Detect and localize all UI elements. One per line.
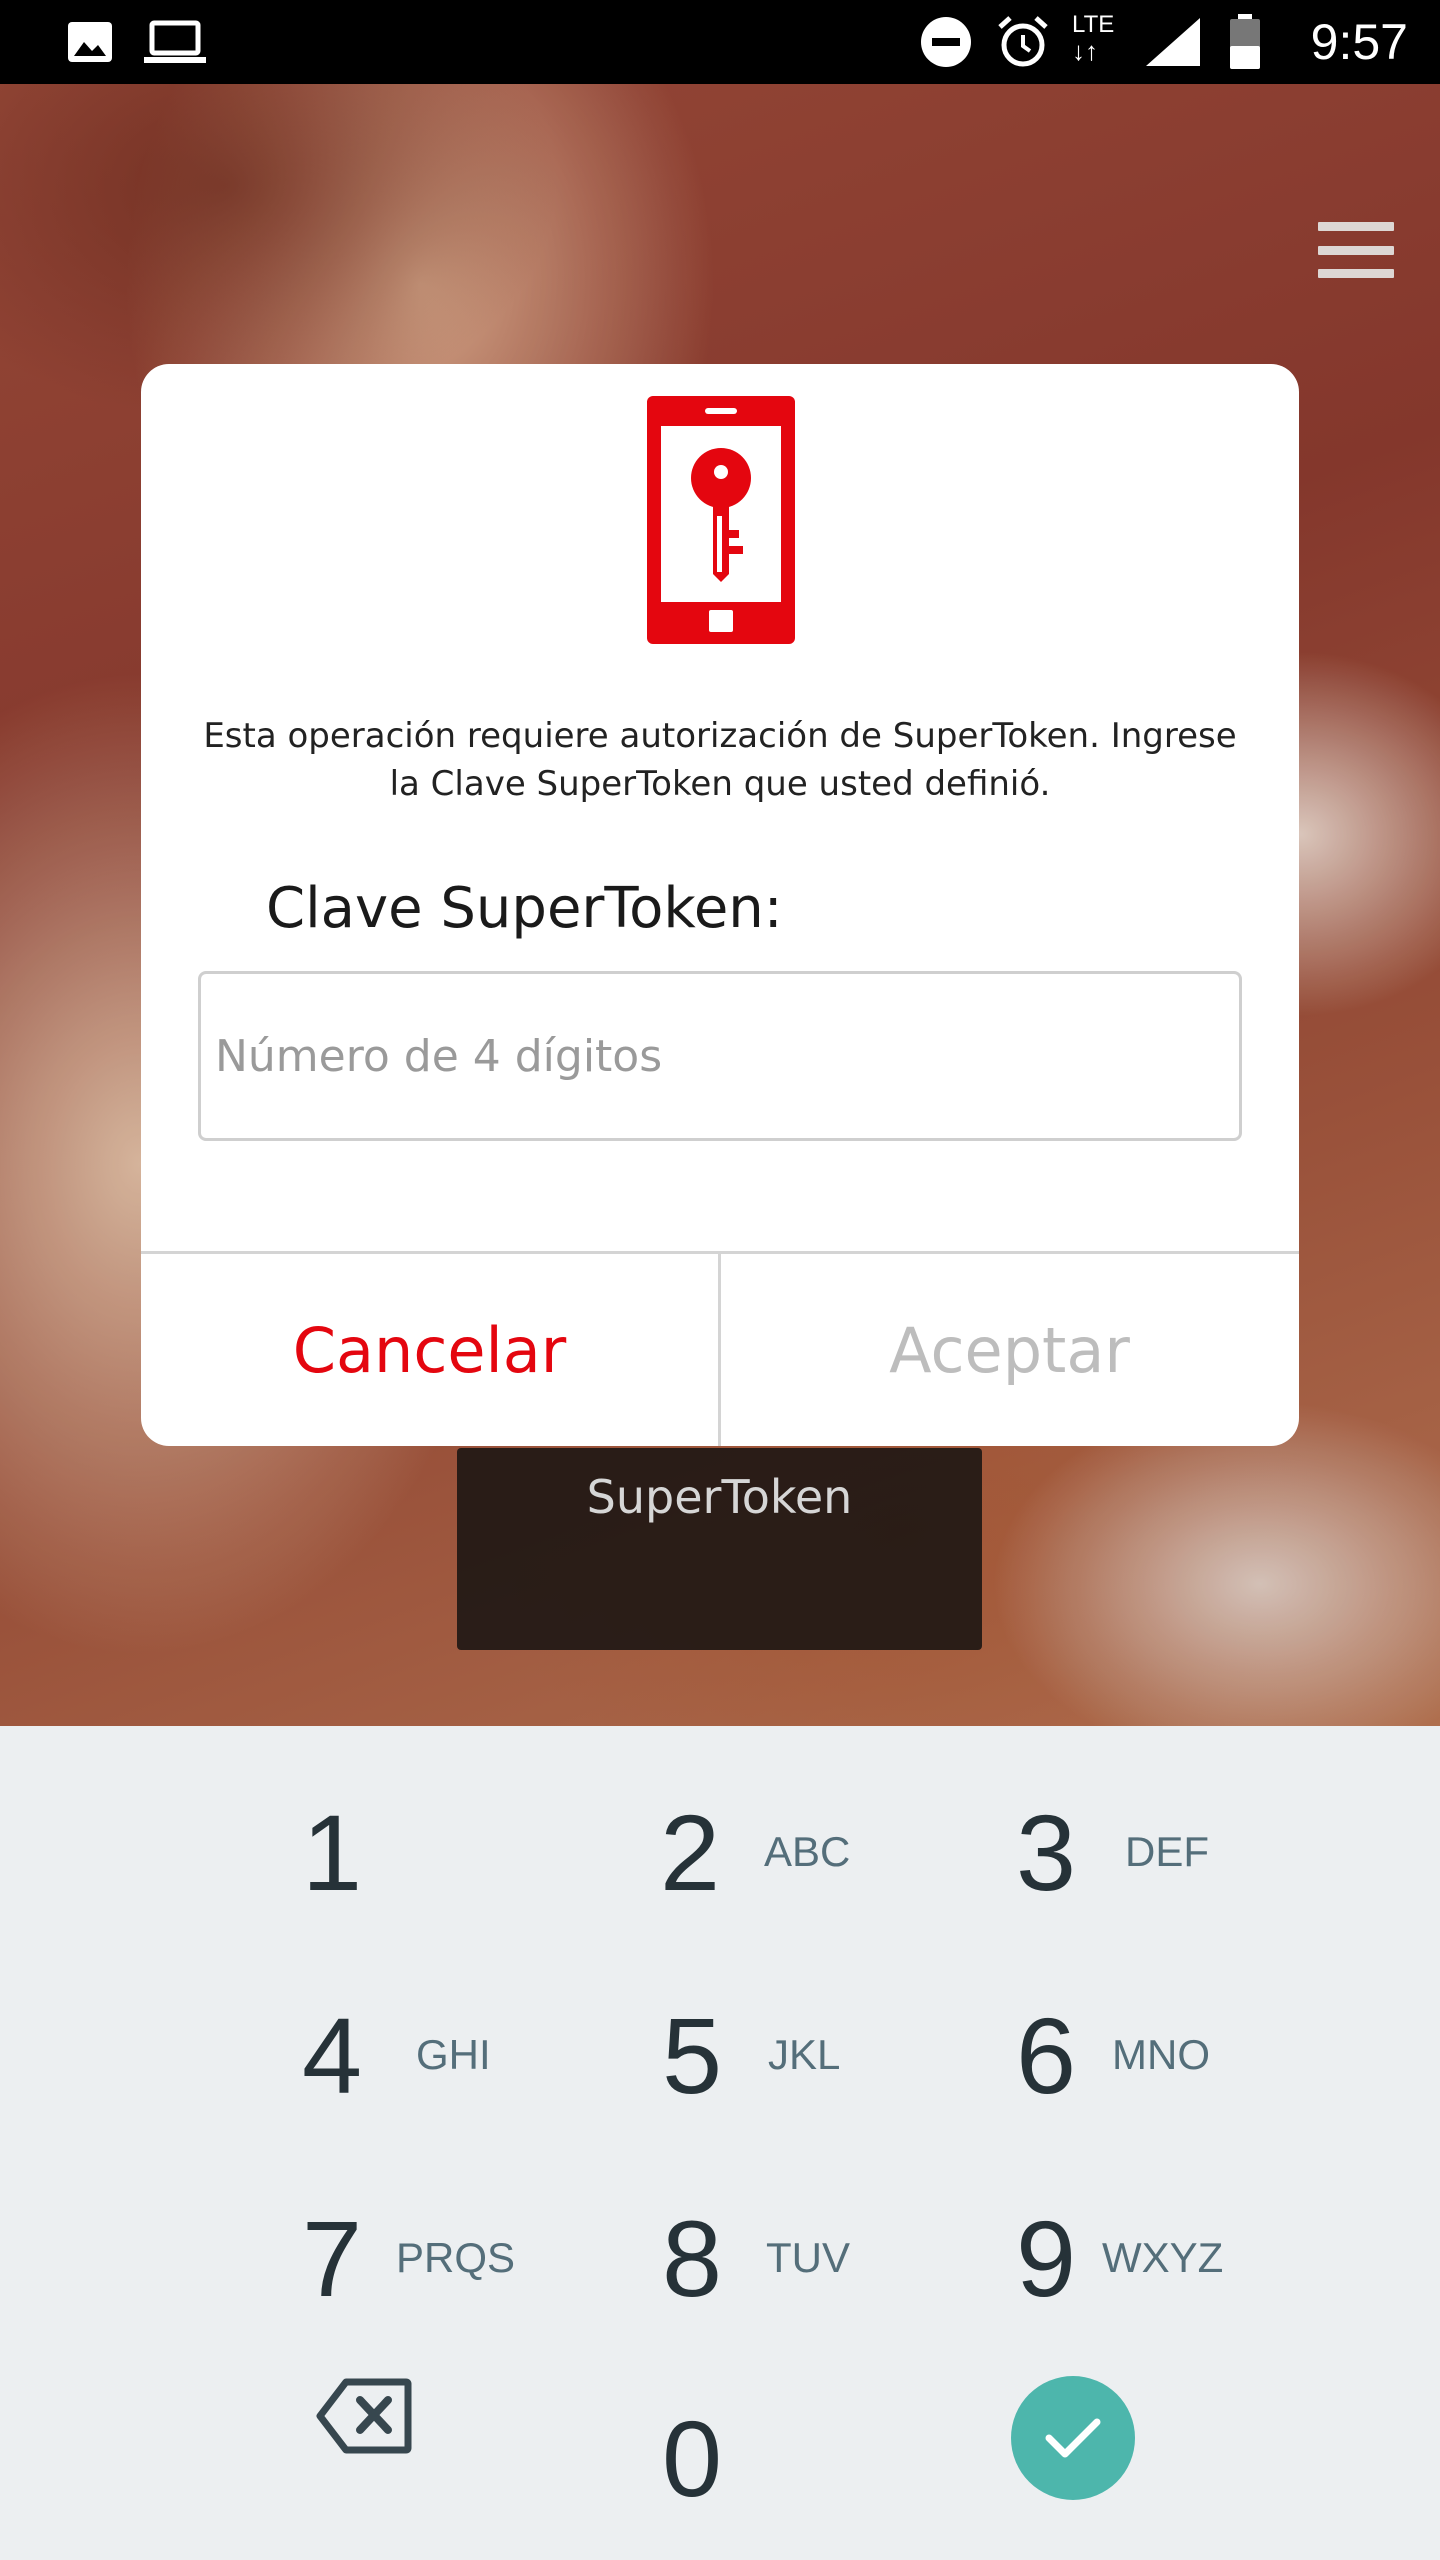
key-digit: 6 [1016, 1994, 1077, 2116]
key-letters: JKL [768, 2031, 841, 2078]
lte-icon: LTE ↓↑ [1072, 11, 1115, 66]
laptop-icon [144, 0, 206, 84]
supertoken-button[interactable]: SuperToken [457, 1448, 982, 1650]
key-digit: 8 [662, 2197, 723, 2319]
key-letters: GHI [416, 2031, 491, 2078]
key-digit: 3 [1016, 1791, 1077, 1913]
key-letters: WXYZ [1102, 2234, 1224, 2281]
accept-button[interactable]: Aceptar [721, 1254, 1298, 1446]
phone-key-icon [647, 396, 795, 644]
battery-icon [1228, 0, 1262, 84]
key-letters: ABC [764, 1828, 851, 1875]
key-1[interactable]: 1 [260, 1752, 620, 1952]
signal-icon [1144, 0, 1202, 84]
alarm-icon [996, 0, 1050, 84]
checkmark-icon [1045, 2418, 1101, 2458]
key-2[interactable]: 2 ABC [620, 1752, 980, 1952]
key-letters: TUV [766, 2234, 850, 2281]
screen: LTE ↓↑ 9:57 r SuperToken [0, 0, 1440, 2560]
key-digit: 4 [302, 1994, 363, 2116]
dialog-message: Esta operación requiere autorización de … [203, 716, 1237, 804]
backspace-icon[interactable] [316, 2378, 412, 2454]
key-digit: 5 [662, 1994, 723, 2116]
key-9[interactable]: 9 WXYZ [980, 2158, 1340, 2358]
key-letters: PRQS [396, 2234, 516, 2281]
key-letters: MNO [1112, 2031, 1210, 2078]
key-digit: 7 [302, 2197, 363, 2319]
key-letters: DEF [1125, 1828, 1209, 1875]
key-6[interactable]: 6 MNO [980, 1955, 1340, 2155]
supertoken-input[interactable] [198, 971, 1242, 1141]
key-3[interactable]: 3 DEF [980, 1752, 1340, 1952]
key-digit: 2 [660, 1791, 721, 1913]
status-bar: LTE ↓↑ 9:57 [0, 0, 1440, 84]
image-icon [66, 0, 114, 84]
do-not-disturb-icon [920, 0, 972, 84]
done-button[interactable] [1011, 2376, 1135, 2500]
supertoken-field-label: Clave SuperToken: [266, 876, 783, 941]
key-4[interactable]: 4 GHI [260, 1955, 620, 2155]
clock: 9:57 [1310, 14, 1408, 70]
key-5[interactable]: 5 JKL [620, 1955, 980, 2155]
supertoken-dialog: Esta operación requiere autorización de … [141, 364, 1299, 1446]
key-0[interactable]: 0 [620, 2358, 980, 2558]
key-digit: 0 [662, 2397, 723, 2519]
key-8[interactable]: 8 TUV [620, 2158, 980, 2358]
numeric-keyboard: 1 2 ABC 3 DEF 4 GHI 5 JKL 6 MNO 7 PRQS 8 [0, 1726, 1440, 2560]
cancel-button[interactable]: Cancelar [141, 1254, 718, 1446]
network-type-label: LTE [1072, 11, 1115, 38]
key-digit: 1 [302, 1791, 363, 1913]
key-7[interactable]: 7 PRQS [260, 2158, 620, 2358]
key-digit: 9 [1016, 2197, 1077, 2319]
